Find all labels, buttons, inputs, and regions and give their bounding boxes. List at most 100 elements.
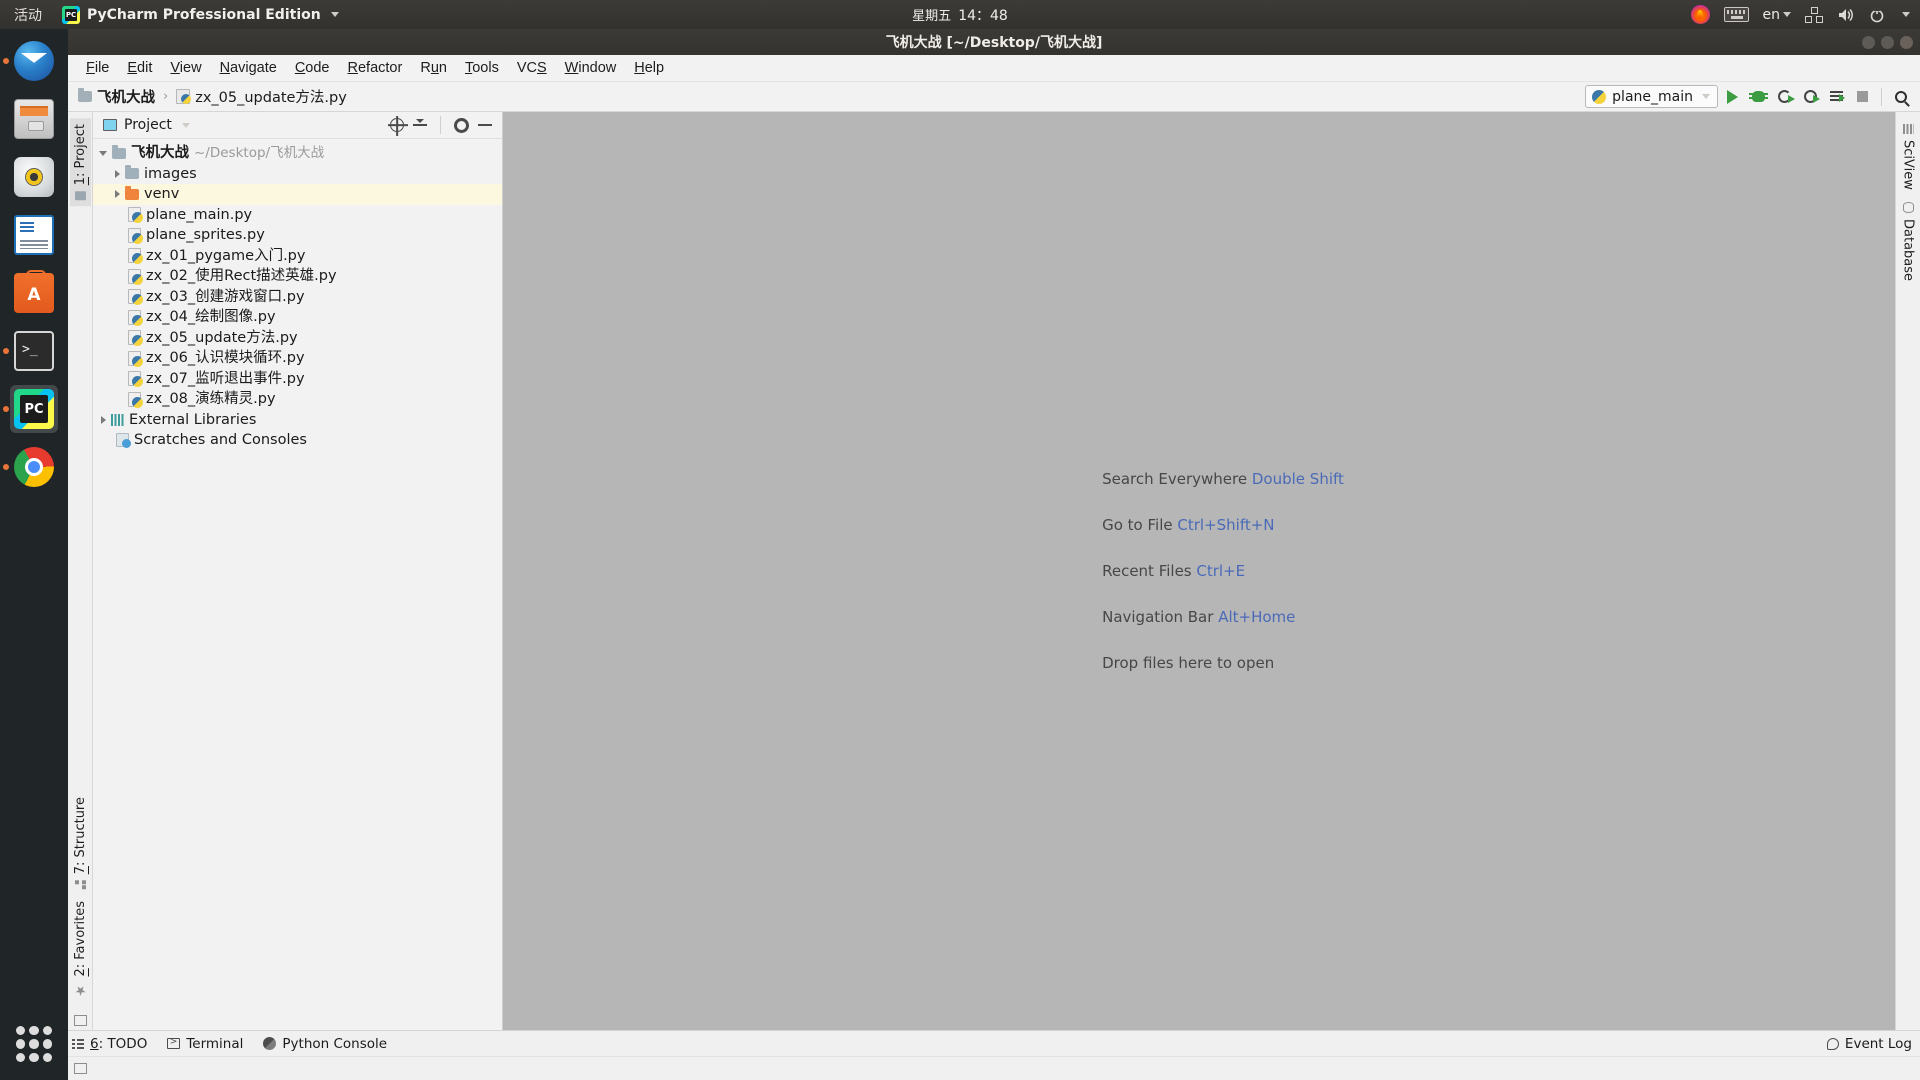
run-button[interactable] — [1721, 85, 1744, 108]
status-tab-terminal[interactable]: Terminal — [167, 1036, 243, 1052]
tree-item-zx-06[interactable]: zx_06_认识模块循环.py — [93, 348, 502, 369]
python-file-icon — [128, 289, 141, 304]
maximize-window-button[interactable] — [1881, 36, 1894, 49]
project-panel-title[interactable]: Project — [103, 117, 190, 133]
minimize-window-button[interactable] — [1862, 36, 1875, 49]
hint-shortcut-label: Alt+Home — [1218, 608, 1295, 626]
breadcrumb-project[interactable]: 飞机大战 — [78, 86, 155, 107]
hint-action-label: Recent Files — [1102, 562, 1192, 580]
dock-item-pycharm[interactable] — [10, 385, 58, 433]
status-tab-todo[interactable]: 6: TODO — [72, 1036, 147, 1052]
power-icon[interactable] — [1869, 7, 1885, 23]
tree-item-zx-08[interactable]: zx_08_演练精灵.py — [93, 389, 502, 410]
network-icon[interactable] — [1805, 7, 1823, 23]
chevron-right-icon[interactable] — [115, 170, 120, 178]
project-icon — [75, 191, 86, 200]
main-body: 1: Project 7: Structure ★ 2: Favorites P… — [68, 112, 1920, 1030]
app-menu-button[interactable]: PyCharm Professional Edition — [54, 6, 347, 24]
menu-run[interactable]: Run — [412, 57, 455, 79]
thunderbird-icon — [14, 41, 54, 81]
debug-button[interactable] — [1747, 85, 1770, 108]
tree-item-zx-02[interactable]: zx_02_使用Rect描述英雄.py — [93, 266, 502, 287]
breadcrumb-file[interactable]: zx_05_update方法.py — [176, 86, 347, 107]
tree-item-external-libraries[interactable]: External Libraries — [93, 410, 502, 431]
gear-icon[interactable] — [454, 118, 469, 133]
scroll-from-source-icon[interactable] — [390, 118, 404, 132]
sidebar-item-sciview[interactable]: SciView — [1898, 118, 1919, 196]
tree-item-project-root[interactable]: 飞机大战 ~/Desktop/飞机大战 — [93, 143, 502, 164]
python-file-icon — [128, 371, 141, 386]
clock-button[interactable]: 星期五 14：48 — [912, 5, 1008, 25]
keyboard-icon[interactable] — [1724, 7, 1749, 22]
corner-toggle-icon[interactable] — [74, 1015, 87, 1026]
dock-item-ubuntu-software[interactable] — [10, 269, 58, 317]
minimize-icon[interactable] — [478, 124, 492, 126]
dock-item-rhythmbox[interactable] — [10, 153, 58, 201]
tree-item-zx-05[interactable]: zx_05_update方法.py — [93, 328, 502, 349]
dock-item-thunderbird[interactable] — [10, 37, 58, 85]
tree-item-plane-sprites[interactable]: plane_sprites.py — [93, 225, 502, 246]
run-multiple-button[interactable] — [1825, 85, 1848, 108]
corner-toggle-icon[interactable] — [74, 1063, 87, 1074]
tree-item-venv[interactable]: venv — [93, 184, 502, 205]
run-configuration-selector[interactable]: plane_main — [1585, 85, 1718, 108]
tree-item-zx-04[interactable]: zx_04_绘制图像.py — [93, 307, 502, 328]
tree-item-images[interactable]: images — [93, 164, 502, 185]
project-root-path: ~/Desktop/飞机大战 — [194, 143, 324, 164]
star-icon: ★ — [73, 983, 88, 998]
folder-icon — [125, 168, 139, 179]
dock-item-chrome[interactable] — [10, 443, 58, 491]
structure-icon — [75, 880, 86, 889]
search-everywhere-button[interactable] — [1889, 85, 1912, 108]
python-file-icon — [128, 269, 141, 284]
hint-drop-files: Drop files here to open — [1102, 654, 1344, 672]
menu-edit[interactable]: Edit — [119, 57, 160, 79]
volume-icon[interactable] — [1837, 7, 1855, 23]
tree-item-zx-07[interactable]: zx_07_监听退出事件.py — [93, 369, 502, 390]
close-window-button[interactable] — [1900, 36, 1913, 49]
status-tab-python-console[interactable]: Python Console — [263, 1036, 387, 1052]
tree-item-zx-01[interactable]: zx_01_pygame入门.py — [93, 246, 502, 267]
event-log-button[interactable]: Event Log — [1827, 1036, 1912, 1052]
profile-button[interactable] — [1799, 85, 1822, 108]
sidebar-item-structure[interactable]: 7: Structure — [70, 791, 91, 895]
chevron-right-icon[interactable] — [101, 416, 106, 424]
collapse-all-icon[interactable] — [413, 118, 427, 132]
chevron-down-icon[interactable] — [99, 151, 107, 156]
editor-area[interactable]: Search Everywhere Double Shift Go to Fil… — [503, 112, 1895, 1030]
dock-item-impress[interactable] — [10, 211, 58, 259]
run-with-coverage-button[interactable] — [1773, 85, 1796, 108]
menu-help[interactable]: Help — [626, 57, 672, 79]
actions-divider — [440, 116, 441, 134]
menu-navigate[interactable]: Navigate — [212, 57, 285, 79]
menu-refactor[interactable]: Refactor — [340, 57, 411, 79]
sidebar-item-project[interactable]: 1: Project — [70, 118, 91, 206]
tree-item-label: Scratches and Consoles — [134, 430, 307, 451]
tree-item-plane-main[interactable]: plane_main.py — [93, 205, 502, 226]
menu-tools[interactable]: Tools — [457, 57, 507, 79]
dock-item-files[interactable] — [10, 95, 58, 143]
tree-item-zx-03[interactable]: zx_03_创建游戏窗口.py — [93, 287, 502, 308]
menu-view[interactable]: View — [162, 57, 209, 79]
chevron-down-icon[interactable] — [1902, 12, 1910, 17]
chevron-right-icon[interactable] — [115, 190, 120, 198]
tree-item-label: zx_01_pygame入门.py — [146, 246, 305, 267]
input-language-button[interactable]: en — [1763, 7, 1792, 23]
menu-code[interactable]: Code — [287, 57, 338, 79]
dock-item-terminal[interactable] — [10, 327, 58, 375]
chrome-icon — [14, 447, 54, 487]
sidebar-item-favorites[interactable]: ★ 2: Favorites — [70, 895, 91, 1004]
activities-button[interactable]: 活动 — [0, 5, 54, 25]
pycharm-icon — [62, 6, 80, 24]
sidebar-item-database[interactable]: Database — [1898, 196, 1919, 287]
menu-vcs[interactable]: VCS — [509, 57, 555, 79]
menu-file[interactable]: File — [78, 57, 117, 79]
python-file-icon — [128, 310, 141, 325]
firefox-icon[interactable] — [1691, 5, 1710, 24]
tree-item-scratches[interactable]: Scratches and Consoles — [93, 430, 502, 451]
folder-icon — [78, 91, 92, 102]
stop-button[interactable] — [1851, 85, 1874, 108]
show-applications-button[interactable] — [12, 1022, 56, 1066]
menu-window[interactable]: Window — [557, 57, 625, 79]
ubuntu-dock — [0, 29, 68, 1080]
